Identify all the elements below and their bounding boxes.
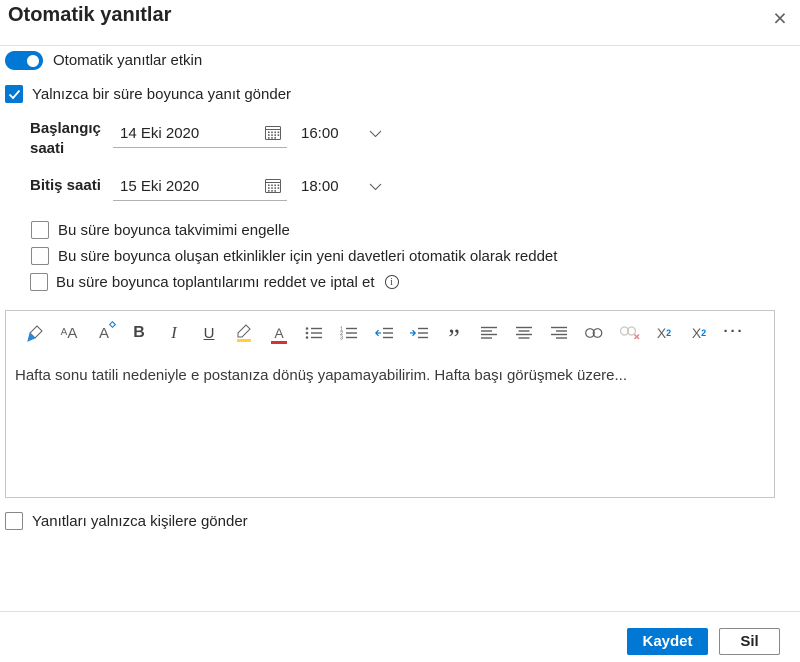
underline-icon[interactable]: U xyxy=(197,320,221,346)
align-right-icon[interactable] xyxy=(547,320,571,346)
superscript-icon[interactable]: X2 xyxy=(652,320,676,346)
checkbox-label: Bu süre boyunca oluşan etkinlikler için … xyxy=(58,247,558,265)
automatic-replies-dialog: Otomatik yanıtlar × Otomatik yanıtlar et… xyxy=(0,0,800,662)
toggle-label: Otomatik yanıtlar etkin xyxy=(53,52,203,69)
calendar-icon[interactable] xyxy=(265,125,281,141)
formatting-toolbar: AA A B I U A 123 ” X 2 X 2 ··· xyxy=(6,311,774,352)
end-time-dropdown[interactable]: 18:00 xyxy=(296,174,386,201)
increase-indent-icon[interactable] xyxy=(407,320,431,346)
footer-divider xyxy=(0,611,800,612)
checkbox-unchecked-icon xyxy=(30,273,48,291)
start-date-picker[interactable]: 14 Eki 2020 xyxy=(113,121,287,148)
start-time-label: Başlangıç saati xyxy=(30,120,101,157)
page-title: Otomatik yanıtlar xyxy=(8,4,172,26)
block-calendar-checkbox-row[interactable]: Bu süre boyunca takvimimi engelle xyxy=(31,221,290,239)
remove-link-icon[interactable] xyxy=(617,320,641,346)
checkbox-label: Yalnızca bir süre boyunca yanıt gönder xyxy=(32,85,292,103)
calendar-icon[interactable] xyxy=(265,178,281,194)
decrease-indent-icon[interactable] xyxy=(372,320,396,346)
toggle-knob-icon xyxy=(27,54,39,67)
send-only-to-contacts-checkbox-row[interactable]: Yanıtları yalnızca kişilere gönder xyxy=(5,512,248,530)
checkbox-unchecked-icon xyxy=(31,221,49,239)
more-options-icon[interactable]: ··· xyxy=(722,320,746,346)
decline-invitations-checkbox-row[interactable]: Bu süre boyunca oluşan etkinlikler için … xyxy=(31,247,557,265)
checkbox-checked-icon xyxy=(5,85,23,103)
checkbox-label: Bu süre boyunca toplantılarımı reddet ve… xyxy=(56,273,375,291)
info-icon[interactable]: i xyxy=(384,275,399,289)
start-time-dropdown[interactable]: 16:00 xyxy=(296,121,386,148)
insert-link-icon[interactable] xyxy=(582,320,606,346)
font-name-icon[interactable]: AA xyxy=(57,320,81,346)
italic-icon[interactable]: I xyxy=(162,320,186,346)
header-divider xyxy=(0,45,800,46)
end-time-label: Bitiş saati xyxy=(30,177,101,194)
font-size-icon[interactable]: A xyxy=(92,320,117,346)
end-date-value: 15 Eki 2020 xyxy=(120,177,200,195)
decline-cancel-meetings-checkbox-row[interactable]: Bu süre boyunca toplantılarımı reddet ve… xyxy=(30,273,399,291)
checkbox-unchecked-icon xyxy=(31,247,49,265)
chevron-down-icon[interactable] xyxy=(369,183,382,191)
auto-replies-toggle-row: Otomatik yanıtlar etkin xyxy=(5,51,202,70)
end-time-value: 18:00 xyxy=(301,178,339,195)
checkbox-label: Bu süre boyunca takvimimi engelle xyxy=(58,221,290,239)
reply-message-text[interactable]: Hafta sonu tatili nedeniyle e postanıza … xyxy=(15,366,760,386)
close-icon[interactable]: × xyxy=(764,2,796,34)
numbered-list-icon[interactable]: 123 xyxy=(337,320,361,346)
subscript-icon[interactable]: X2 xyxy=(687,320,711,346)
checkbox-label: Yanıtları yalnızca kişilere gönder xyxy=(32,512,248,530)
svg-text:3: 3 xyxy=(340,336,343,341)
reply-message-editor: AA A B I U A 123 ” X 2 X 2 ··· Hafta son… xyxy=(5,310,775,498)
end-date-picker[interactable]: 15 Eki 2020 xyxy=(113,174,287,201)
align-left-icon[interactable] xyxy=(477,320,501,346)
checkbox-unchecked-icon xyxy=(5,512,23,530)
font-color-icon[interactable]: A xyxy=(267,320,291,346)
auto-replies-toggle[interactable] xyxy=(5,51,43,70)
bold-icon[interactable]: B xyxy=(127,320,151,346)
chevron-down-icon[interactable] xyxy=(369,130,382,138)
align-center-icon[interactable] xyxy=(512,320,536,346)
bullet-list-icon[interactable] xyxy=(302,320,326,346)
start-time-value: 16:00 xyxy=(301,125,339,142)
save-button[interactable]: Kaydet xyxy=(627,628,708,655)
quote-icon[interactable]: ” xyxy=(442,320,466,352)
delete-button[interactable]: Sil xyxy=(719,628,780,655)
format-painter-icon[interactable] xyxy=(22,320,46,346)
start-date-value: 14 Eki 2020 xyxy=(120,124,200,142)
size-diamond-icon xyxy=(108,320,117,329)
send-during-period-checkbox-row[interactable]: Yalnızca bir süre boyunca yanıt gönder xyxy=(5,85,291,103)
red-color-bar-icon xyxy=(271,341,287,344)
highlight-icon[interactable] xyxy=(232,320,256,346)
